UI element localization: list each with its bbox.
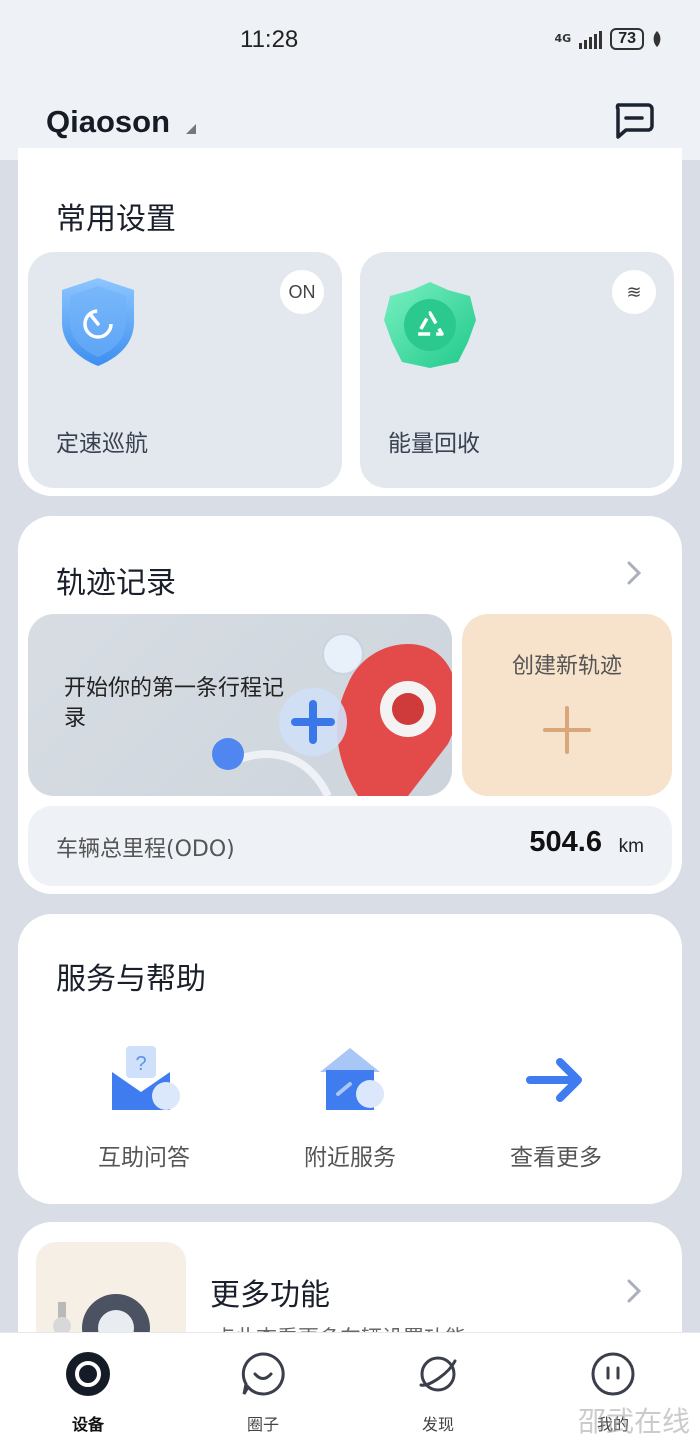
service-help-card: 服务与帮助 ? 互助问答 附近服务 查看更多 (18, 914, 682, 1204)
nav-circle[interactable]: 圈子 (208, 1351, 318, 1441)
watermark-text: 邵武在线 (577, 1405, 690, 1438)
odometer-unit: km (618, 836, 644, 857)
nav-discover-label: 发现 (421, 1415, 454, 1434)
cruise-status-badge: ON (280, 270, 324, 314)
message-square-icon[interactable] (612, 102, 654, 140)
top-bar: 11:28 4G 73 Qiaoson (0, 0, 700, 160)
qa-service-label: 互助问答 (98, 1145, 190, 1171)
common-settings-card: 常用设置 ON 定速巡航 ≋ 能量回收 (18, 148, 682, 496)
odometer-label: 车辆总里程(ODO) (56, 837, 235, 862)
first-trip-text: 开始你的第一条行程记录 (64, 676, 285, 731)
odometer-row: 车辆总里程(ODO) 504.6 km (28, 806, 672, 886)
odometer-value: 504.6 (529, 826, 602, 858)
network-type: 4G (554, 32, 572, 45)
nav-circle-label: 圈子 (246, 1415, 279, 1434)
cruise-control-label: 定速巡航 (56, 431, 148, 457)
device-ring-icon (66, 1352, 110, 1396)
nearby-service-item[interactable]: 附近服务 (260, 1042, 440, 1182)
qa-mail-icon: ? (112, 1046, 180, 1110)
leaf-icon (653, 31, 661, 47)
energy-recovery-label: 能量回收 (388, 431, 480, 457)
track-records-card: 轨迹记录 开始你的第一条行程记录 创建新轨迹 车辆总里程(ODO) 504.6 … (18, 516, 682, 894)
service-help-title: 服务与帮助 (56, 962, 206, 997)
cruise-control-tile[interactable]: ON 定速巡航 (28, 252, 342, 488)
chevron-right-icon[interactable] (626, 560, 642, 586)
more-features-title: 更多功能 (210, 1278, 330, 1313)
energy-level-badge: ≋ (612, 270, 656, 314)
view-more-label: 查看更多 (510, 1145, 602, 1171)
nav-discover[interactable]: 发现 (383, 1351, 493, 1441)
battery-indicator: 73 (610, 28, 644, 50)
track-records-title: 轨迹记录 (56, 566, 176, 601)
nearby-service-label: 附近服务 (304, 1145, 396, 1171)
status-icons: 4G 73 (555, 28, 662, 50)
planet-icon (419, 1356, 457, 1392)
arrow-right-icon (526, 1058, 582, 1102)
create-track-button[interactable]: 创建新轨迹 (462, 614, 672, 796)
plus-icon (543, 706, 591, 754)
house-service-icon (320, 1048, 384, 1110)
qa-service-item[interactable]: ? 互助问答 (54, 1042, 234, 1182)
nav-devices[interactable]: 设备 (33, 1351, 143, 1441)
nav-devices-label: 设备 (71, 1415, 104, 1434)
smile-bubble-icon (241, 1352, 285, 1396)
energy-recovery-tile[interactable]: ≋ 能量回收 (360, 252, 674, 488)
face-icon (591, 1352, 635, 1396)
account-dropdown-icon[interactable] (186, 124, 196, 134)
svg-text:?: ? (135, 1053, 146, 1075)
view-more-item[interactable]: 查看更多 (466, 1042, 646, 1182)
recycle-hexagon-icon (384, 282, 476, 368)
create-track-label: 创建新轨迹 (511, 654, 622, 679)
shield-speedometer-icon (62, 278, 134, 366)
account-name[interactable]: Qiaoson (46, 104, 170, 140)
common-settings-title: 常用设置 (56, 202, 176, 237)
signal-icon (579, 29, 603, 49)
status-time: 11:28 (240, 26, 299, 53)
chevron-right-icon[interactable] (626, 1278, 642, 1304)
first-trip-banner[interactable]: 开始你的第一条行程记录 (28, 614, 452, 796)
